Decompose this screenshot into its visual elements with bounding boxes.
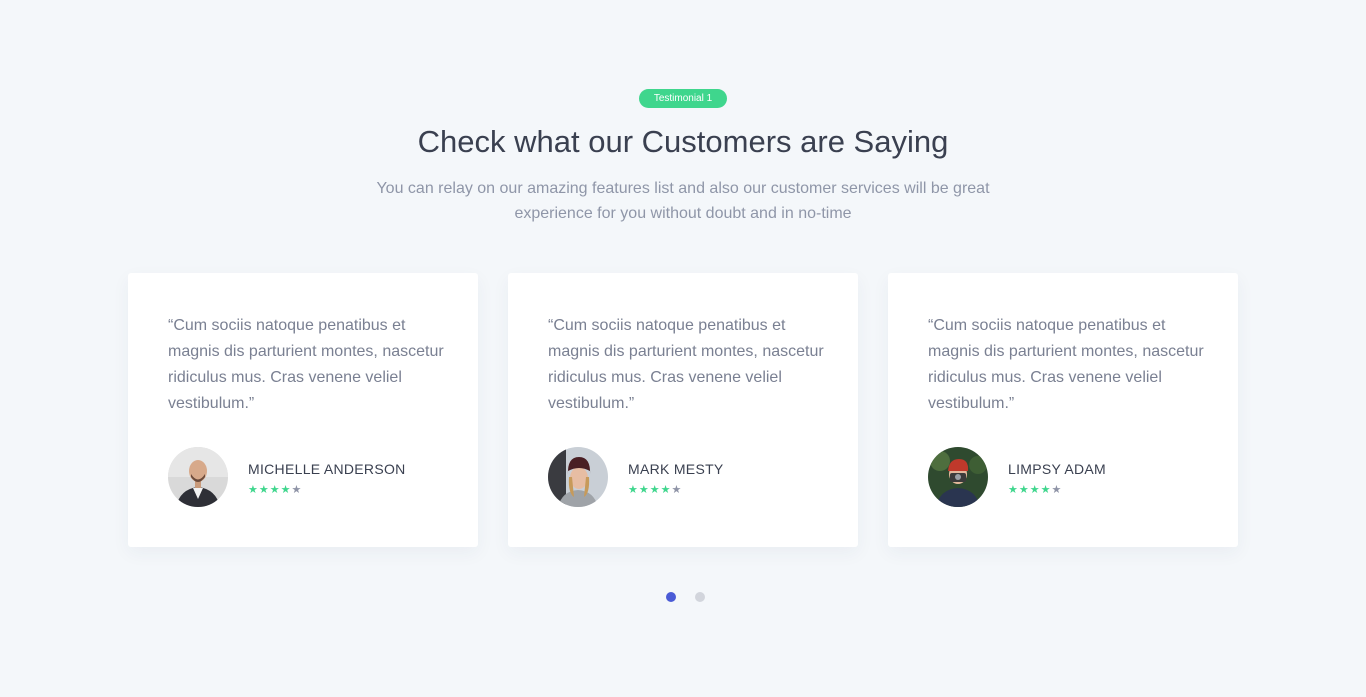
star-filled-icon: ★ — [1040, 484, 1051, 496]
star-filled-icon: ★ — [1008, 484, 1018, 496]
testimonial-quote: “Cum sociis natoque penatibus et magnis … — [168, 317, 444, 412]
star-filled-icon: ★ — [280, 484, 291, 496]
avatar — [928, 447, 988, 507]
rating-stars: ★ ★ ★ ★ ★ — [248, 484, 301, 496]
customer-name: MICHELLE ANDERSON — [248, 461, 406, 477]
star-filled-icon: ★ — [269, 484, 280, 496]
section-subtitle: You can relay on our amazing features li… — [376, 180, 990, 222]
star-filled-icon: ★ — [660, 484, 671, 496]
star-filled-icon: ★ — [1018, 484, 1029, 496]
customer-name: LIMPSY ADAM — [1008, 461, 1106, 477]
pagination-dot[interactable] — [666, 592, 676, 602]
customer-name: MARK MESTY — [628, 461, 724, 477]
star-filled-icon: ★ — [1029, 484, 1040, 496]
star-filled-icon: ★ — [649, 484, 660, 496]
section-badge: Testimonial 1 — [638, 89, 728, 108]
avatar-photo — [928, 447, 988, 507]
rating-stars: ★ ★ ★ ★ ★ — [628, 484, 681, 496]
testimonial-card: “Cum sociis natoque penatibus et magnis … — [508, 273, 858, 547]
testimonial-quote: “Cum sociis natoque penatibus et magnis … — [548, 317, 824, 412]
carousel-pagination — [666, 592, 705, 602]
star-filled-icon: ★ — [638, 484, 649, 496]
testimonial-carousel: “Cum sociis natoque penatibus et magnis … — [128, 273, 1238, 547]
avatar — [548, 447, 608, 507]
testimonial-card: “Cum sociis natoque penatibus et magnis … — [888, 273, 1238, 547]
star-filled-icon: ★ — [258, 484, 269, 496]
avatar-photo — [168, 447, 228, 507]
testimonial-quote: “Cum sociis natoque penatibus et magnis … — [928, 317, 1204, 412]
rating-stars: ★ ★ ★ ★ ★ — [1008, 484, 1061, 496]
star-filled-icon: ★ — [248, 484, 258, 496]
testimonial-card: “Cum sociis natoque penatibus et magnis … — [128, 273, 478, 547]
star-empty-icon: ★ — [671, 484, 682, 496]
star-empty-icon: ★ — [291, 484, 302, 496]
star-filled-icon: ★ — [628, 484, 638, 496]
avatar-photo — [548, 447, 608, 507]
star-empty-icon: ★ — [1051, 484, 1062, 496]
testimonials-section: Testimonial 1 Check what our Customers a… — [0, 0, 1366, 697]
section-title: Check what our Customers are Saying — [417, 124, 949, 159]
pagination-dot[interactable] — [695, 592, 705, 602]
avatar — [168, 447, 228, 507]
badge-wrapper: Testimonial 1 — [0, 88, 1366, 108]
